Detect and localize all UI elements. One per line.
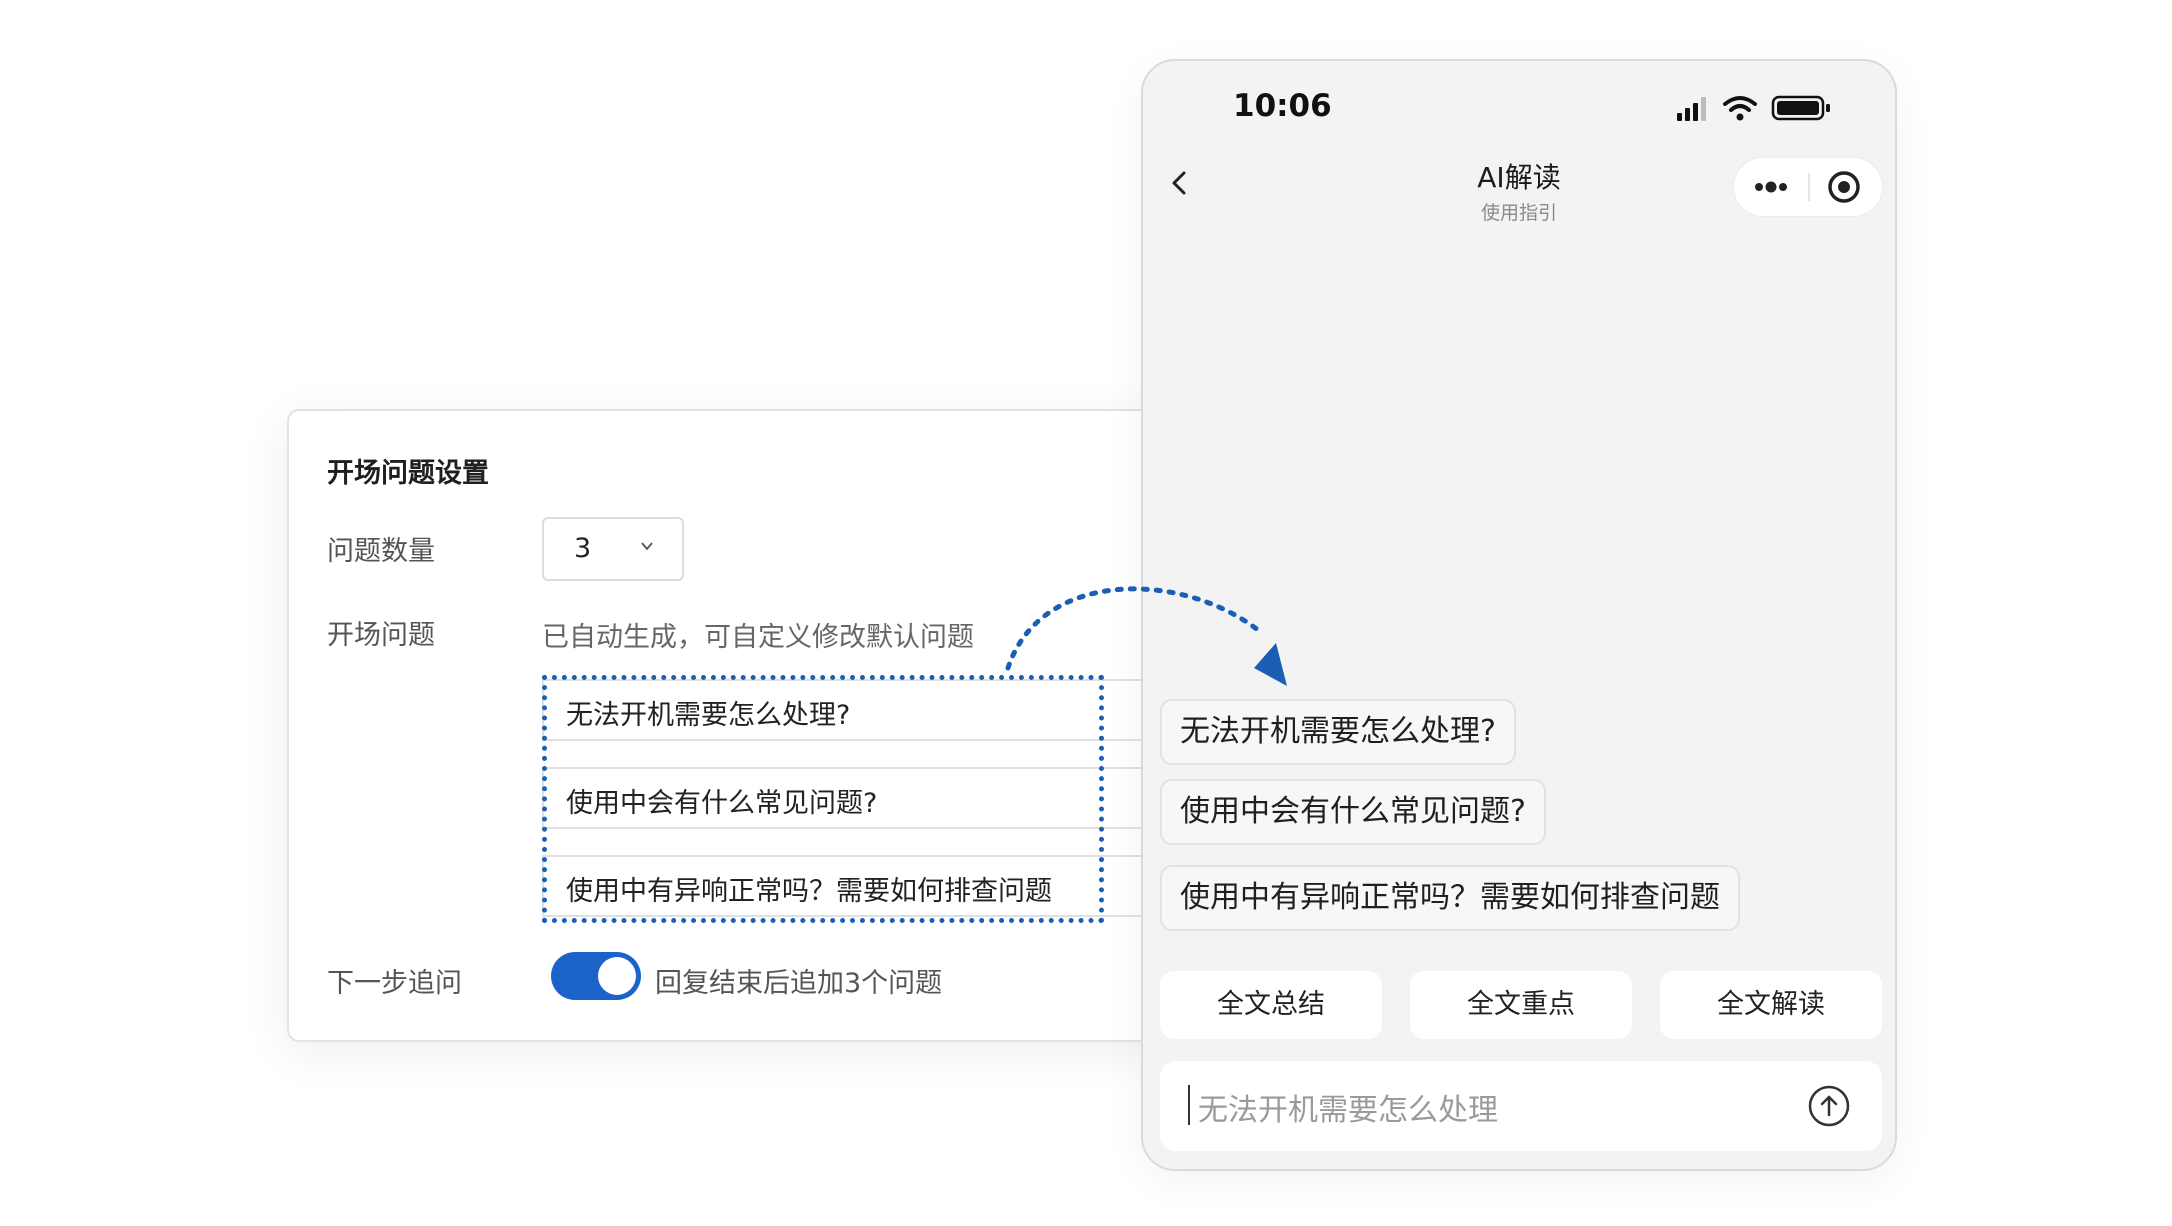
suggested-question-1[interactable]: 无法开机需要怎么处理? (1160, 699, 1516, 765)
question-input-1[interactable]: 无法开机需要怎么处理? (542, 679, 1169, 741)
opening-questions-label: 开场问题 (327, 620, 435, 651)
card-title: 开场问题设置 (327, 458, 489, 489)
suggested-question-3[interactable]: 使用中有异响正常吗？需要如何排查问题 (1160, 865, 1740, 931)
question-count-select[interactable]: 3 (542, 517, 684, 581)
key-points-button[interactable]: 全文重点 (1410, 971, 1632, 1039)
chat-input-text: 无法开机需要怎么处理 (1198, 1093, 1498, 1128)
question-input-2[interactable]: 使用中会有什么常见问题? (542, 767, 1169, 829)
signal-icon (1677, 97, 1706, 121)
wifi-icon (1723, 96, 1757, 121)
question-text: 使用中有异响正常吗？需要如何排查问题 (566, 876, 1052, 907)
send-arrow-icon[interactable] (1806, 1083, 1852, 1129)
toggle-knob (598, 957, 636, 995)
followup-label: 下一步追问 (327, 968, 462, 999)
chat-input[interactable]: 无法开机需要怎么处理 (1160, 1061, 1882, 1151)
opening-questions-hint: 已自动生成，可自定义修改默认问题 (542, 622, 974, 653)
followup-toggle[interactable] (551, 952, 641, 1000)
question-text: 无法开机需要怎么处理? (566, 700, 851, 731)
battery-icon (1771, 95, 1830, 121)
opening-questions-settings-card: 开场问题设置 问题数量 3 开场问题 已自动生成，可自定义修改默认问题 无法开机… (287, 409, 1169, 1042)
followup-description: 回复结束后追加3个问题 (655, 968, 943, 999)
text-cursor (1188, 1085, 1190, 1125)
question-input-3[interactable]: 使用中有异响正常吗？需要如何排查问题 (542, 855, 1169, 917)
mini-program-capsule (1733, 157, 1883, 217)
question-count-value: 3 (574, 533, 592, 564)
chevron-down-icon (641, 542, 653, 551)
summary-button[interactable]: 全文总结 (1160, 971, 1382, 1039)
suggested-question-2[interactable]: 使用中会有什么常见问题? (1160, 779, 1546, 845)
more-icon[interactable] (1734, 158, 1808, 216)
phone-mockup: 10:06 AI解读 使用指引 无法开机需要怎么处理? 使用中会有什么常见问题?… (1141, 59, 1897, 1171)
question-text: 使用中会有什么常见问题? (566, 788, 878, 819)
interpret-button[interactable]: 全文解读 (1660, 971, 1882, 1039)
status-time: 10:06 (1233, 88, 1332, 124)
status-bar-icons (1677, 95, 1830, 121)
question-count-label: 问题数量 (327, 536, 435, 567)
target-icon[interactable] (1810, 158, 1882, 216)
